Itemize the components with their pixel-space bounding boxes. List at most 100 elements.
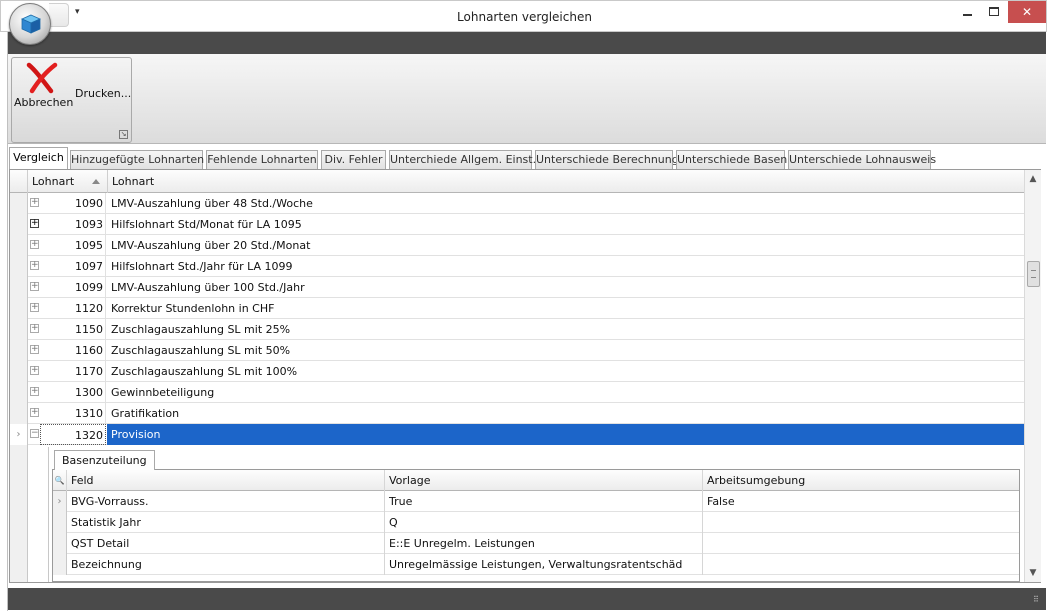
lohnart-number: 1093 — [40, 214, 106, 235]
table-row[interactable]: +1160 Zuschlagauszahlung SL mit 50% — [10, 340, 1024, 361]
lohnart-number: 1320 — [40, 424, 106, 445]
row-indicator — [53, 512, 67, 533]
table-row[interactable]: +1300 Gewinnbeteiligung — [10, 382, 1024, 403]
lohnart-number: 1097 — [40, 256, 106, 277]
expand-icon[interactable]: + — [30, 408, 39, 417]
maximize-button[interactable] — [981, 1, 1007, 23]
close-icon: ✕ — [1021, 5, 1033, 19]
close-button[interactable]: ✕ — [1008, 1, 1046, 23]
lohnart-number: 1160 — [40, 340, 106, 361]
row-indicator — [10, 403, 28, 424]
lohnart-name: Gratifikation — [111, 407, 180, 420]
expand-icon[interactable]: + — [30, 324, 39, 333]
expand-icon[interactable]: + — [30, 219, 39, 228]
detail-row[interactable]: › BVG-Vorrauss. True False — [53, 491, 1019, 512]
table-row[interactable]: +1099 LMV-Auszahlung über 100 Std./Jahr — [10, 277, 1024, 298]
expand-icon[interactable]: + — [30, 387, 39, 396]
expand-icon[interactable]: + — [30, 198, 39, 207]
expand-icon[interactable]: + — [30, 261, 39, 270]
table-row[interactable]: +1310 Gratifikation — [10, 403, 1024, 424]
search-icon[interactable]: 🔍 — [53, 470, 67, 491]
detail-template: Q — [385, 512, 703, 533]
tab-basenzuteilung[interactable]: Basenzuteilung — [54, 450, 155, 470]
detail-panel: Basenzuteilung 🔍 Feld Vorlage Arbeitsumg… — [48, 447, 1024, 582]
sort-ascending-icon — [92, 179, 100, 184]
ribbon-group-actions: Abbrechen Drucken... ↘ — [11, 57, 132, 143]
current-row-arrow-icon: › — [10, 424, 28, 445]
lohnart-name: LMV-Auszahlung über 100 Std./Jahr — [111, 281, 305, 294]
red-x-icon — [26, 62, 58, 94]
row-indicator — [53, 533, 67, 554]
tab-unterschiede-basen[interactable]: Unterschiede Basen — [676, 150, 787, 169]
tab-hinzugefuegte-lohnarten[interactable]: Hinzugefügte Lohnarten — [70, 150, 204, 169]
row-indicator — [10, 256, 28, 277]
expand-icon[interactable]: + — [30, 240, 39, 249]
expand-icon[interactable]: + — [30, 366, 39, 375]
lohnart-name: Zuschlagauszahlung SL mit 25% — [111, 323, 291, 336]
detail-template: Unregelmässige Leistungen, Verwaltungsra… — [385, 554, 703, 575]
lohnart-name: Korrektur Stundenlohn in CHF — [111, 302, 275, 315]
row-indicator — [10, 319, 28, 340]
detail-field: BVG-Vorrauss. — [67, 491, 385, 512]
tab-vergleich[interactable]: Vergleich — [9, 147, 68, 169]
detail-row[interactable]: QST Detail E::E Unregelm. Leistungen — [53, 533, 1019, 554]
row-indicator — [10, 193, 28, 214]
scroll-down-icon[interactable]: ▼ — [1025, 565, 1041, 581]
scroll-up-icon[interactable]: ▲ — [1025, 171, 1041, 187]
detail-environment: False — [707, 495, 735, 508]
table-row[interactable]: +1097 Hilfslohnart Std./Jahr für LA 1099 — [10, 256, 1024, 277]
column-header-template[interactable]: Vorlage — [385, 470, 703, 491]
resize-grip-icon[interactable]: ⠿ — [1033, 596, 1043, 607]
cube-icon — [21, 14, 41, 34]
table-row[interactable]: +1093 Hilfslohnart Std/Monat für LA 1095 — [10, 214, 1024, 235]
detail-environment — [703, 512, 1019, 533]
table-row[interactable]: +1170 Zuschlagauszahlung SL mit 100% — [10, 361, 1024, 382]
expand-icon[interactable]: + — [30, 303, 39, 312]
expand-icon[interactable]: + — [30, 282, 39, 291]
tab-unterschiede-berechnung[interactable]: Unterschiede Berechnung — [535, 150, 679, 169]
lohnart-number: 1150 — [40, 319, 106, 340]
lohnart-number: 1095 — [40, 235, 106, 256]
row-indicator — [10, 214, 28, 235]
minimize-button[interactable] — [954, 1, 980, 23]
lohnart-number: 1170 — [40, 361, 106, 382]
lohnart-name: Provision — [107, 424, 1024, 445]
detail-field: Statistik Jahr — [67, 512, 385, 533]
title-bar: ▾ Lohnarten vergleichen ✕ — [0, 0, 1047, 32]
cancel-button[interactable]: Abbrechen — [14, 62, 73, 122]
tab-unterschiede-allgem-einst[interactable]: Unterchiede Allgem. Einst. — [389, 150, 536, 169]
vertical-scrollbar[interactable]: ▲ ▼ — [1024, 170, 1041, 582]
scrollbar-thumb[interactable] — [1027, 261, 1040, 287]
table-row-selected[interactable]: › −1320 Provision — [10, 424, 1024, 445]
collapse-icon[interactable]: − — [30, 429, 39, 438]
detail-row[interactable]: Bezeichnung Unregelmässige Leistungen, V… — [53, 554, 1019, 575]
tab-fehlende-lohnarten[interactable]: Fehlende Lohnarten — [206, 150, 318, 169]
lohnart-name: Zuschlagauszahlung SL mit 50% — [111, 344, 291, 357]
expand-icon[interactable]: + — [30, 345, 39, 354]
print-button[interactable]: Drucken... — [75, 87, 131, 100]
lohnart-name: Gewinnbeteiligung — [111, 386, 215, 399]
table-row[interactable]: +1095 LMV-Auszahlung über 20 Std./Monat — [10, 235, 1024, 256]
lohnart-number: 1099 — [40, 277, 106, 298]
table-row[interactable]: +1120 Korrektur Stundenlohn in CHF — [10, 298, 1024, 319]
table-row[interactable]: +1090 LMV-Auszahlung über 48 Std./Woche — [10, 193, 1024, 214]
row-indicator — [10, 235, 28, 256]
row-indicator — [10, 298, 28, 319]
column-header-environment[interactable]: Arbeitsumgebung — [703, 470, 1019, 491]
column-header-field[interactable]: Feld — [67, 470, 385, 491]
ribbon-tab-bar — [8, 32, 1046, 54]
detail-row[interactable]: Statistik Jahr Q — [53, 512, 1019, 533]
application-menu-button[interactable] — [9, 3, 51, 45]
column-header-name[interactable]: Lohnart — [108, 170, 1024, 193]
row-indicator — [10, 277, 28, 298]
maximize-icon — [989, 7, 999, 16]
detail-grid-header: 🔍 Feld Vorlage Arbeitsumgebung — [53, 470, 1019, 491]
tab-div-fehler[interactable]: Div. Fehler — [321, 150, 386, 169]
table-row[interactable]: +1150 Zuschlagauszahlung SL mit 25% — [10, 319, 1024, 340]
detail-field: Bezeichnung — [67, 554, 385, 575]
window-frame-left — [0, 32, 8, 611]
current-row-arrow-icon: › — [53, 491, 67, 512]
lohnart-number: 1300 — [40, 382, 106, 403]
dialog-launcher-icon[interactable]: ↘ — [119, 130, 128, 139]
tab-unterschiede-lohnausweis[interactable]: Unterschiede Lohnausweis — [788, 150, 936, 169]
